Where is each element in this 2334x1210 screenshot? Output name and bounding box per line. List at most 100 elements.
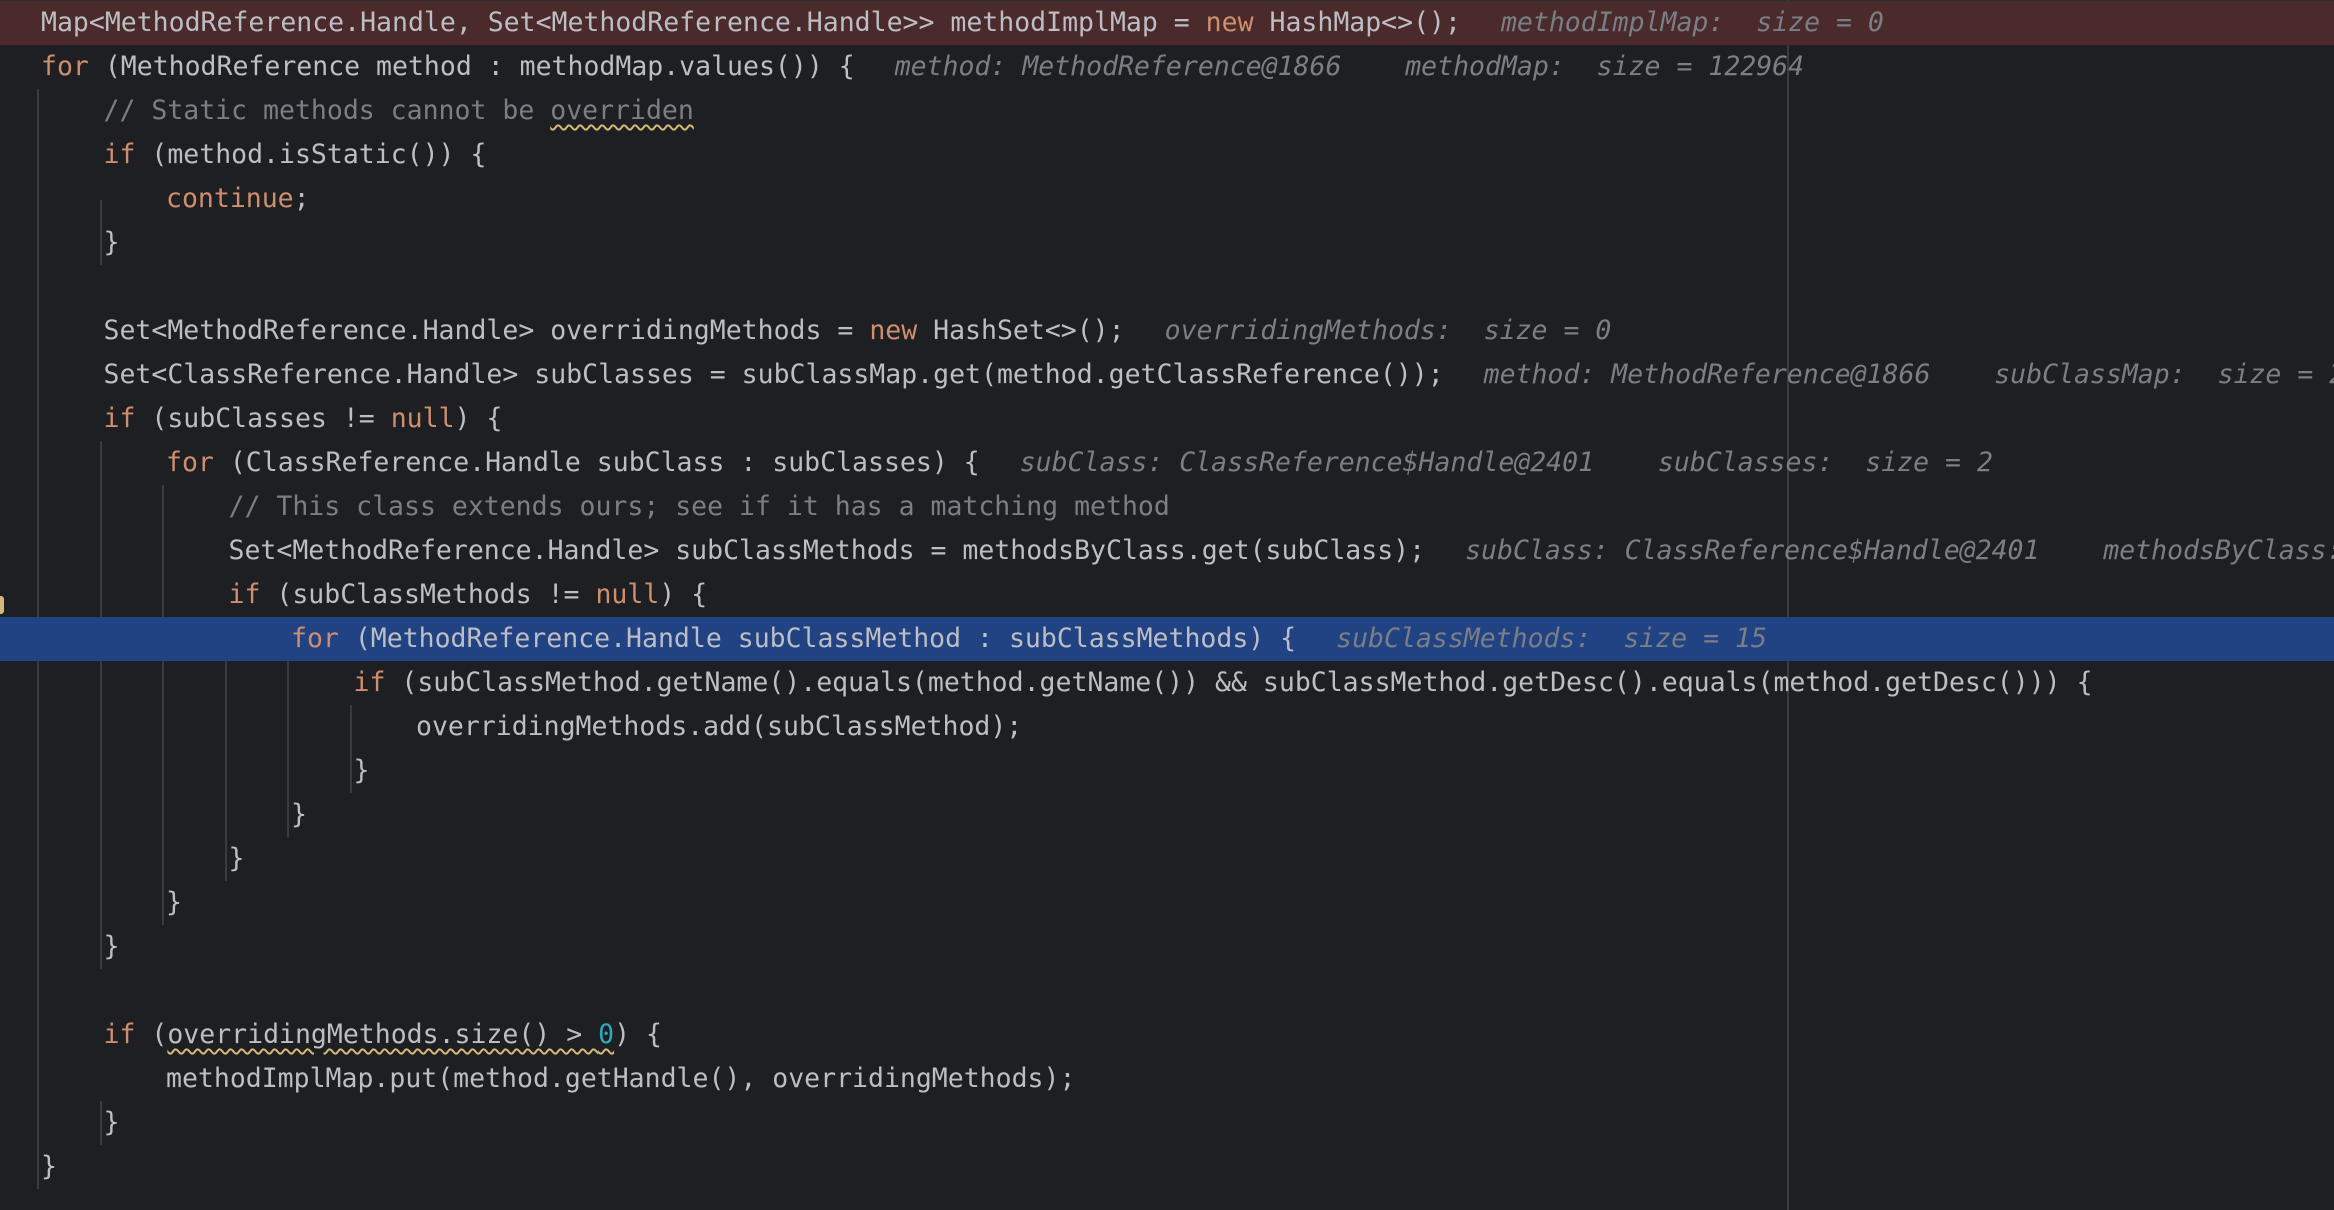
debug-inline-value: subClassMethods: size = 15 (1336, 623, 1767, 654)
code-line[interactable]: if (overridingMethods.size() > 0) { (0, 1013, 2334, 1057)
code-token: } (41, 1151, 57, 1182)
code-token: null (595, 579, 660, 610)
code-line[interactable]: } (0, 1101, 2334, 1145)
code-token: (subClassMethods != (260, 579, 596, 610)
code-line[interactable]: // This class extends ours; see if it ha… (0, 485, 2334, 529)
code-token: if (103, 1019, 136, 1050)
code-text: methodImplMap.put(method.getHandle(), ov… (166, 1057, 1075, 1101)
code-token: ; (293, 183, 310, 214)
code-token: Set<MethodReference.Handle> overridingMe… (103, 315, 870, 346)
code-token: ) { (659, 579, 708, 610)
code-line[interactable]: } (0, 749, 2334, 793)
code-token: for (166, 447, 214, 478)
code-text: for (MethodReference.Handle subClassMeth… (291, 617, 1767, 661)
code-line[interactable]: // Static methods cannot be overriden (0, 89, 2334, 133)
code-token: (MethodReference method : methodMap.valu… (88, 51, 855, 82)
code-token: ) { (454, 403, 503, 434)
code-line[interactable]: } (0, 925, 2334, 969)
code-token: // This class extends ours; see if it ha… (228, 491, 1170, 522)
code-editor[interactable]: Map<MethodReference.Handle, Set<MethodRe… (0, 0, 2334, 1210)
code-token: for (291, 623, 339, 654)
code-line[interactable]: } (0, 837, 2334, 881)
code-token: (MethodReference.Handle subClassMethod :… (338, 623, 1297, 654)
code-text: } (104, 1101, 120, 1145)
code-text: if (subClassMethods != null) { (229, 573, 708, 617)
code-token: } (103, 931, 120, 962)
debug-inline-value: method: MethodReference@1866 methodMap: … (894, 51, 1805, 82)
code-token: Set<ClassReference.Handle> subClasses = … (103, 359, 1444, 390)
code-line[interactable]: } (0, 881, 2334, 925)
code-token: (method.isStatic()) { (135, 139, 487, 170)
code-line[interactable]: } (0, 793, 2334, 837)
code-token: (subClasses != (135, 403, 391, 434)
code-line[interactable]: if (subClassMethod.getName().equals(meth… (0, 661, 2334, 705)
code-text: } (354, 749, 370, 793)
code-token: } (103, 1107, 120, 1138)
debug-inline-value: method: MethodReference@1866 subClassMap… (1483, 359, 2334, 390)
code-text: } (166, 881, 182, 925)
code-token: // Static methods cannot be (103, 95, 551, 126)
code-token: overriden (550, 95, 694, 126)
code-token: Map<MethodReference.Handle, Set<MethodRe… (41, 7, 1206, 38)
code-token: (ClassReference.Handle subClass : subCla… (213, 447, 980, 478)
code-token: overridingMethods.size() > (167, 1019, 599, 1050)
code-token: } (103, 227, 120, 258)
code-text: } (104, 925, 120, 969)
code-line[interactable]: } (0, 1145, 2334, 1189)
code-text: continue; (166, 177, 310, 221)
code-token: HashMap<>(); (1253, 7, 1461, 38)
code-line[interactable]: Set<ClassReference.Handle> subClasses = … (0, 353, 2334, 397)
code-token: new (869, 315, 918, 346)
code-text: Set<ClassReference.Handle> subClasses = … (104, 353, 2334, 397)
code-token: ) { (614, 1019, 662, 1050)
code-line-current[interactable]: for (MethodReference.Handle subClassMeth… (0, 617, 2334, 661)
code-text: Set<MethodReference.Handle> subClassMeth… (229, 529, 2334, 573)
code-token: if (103, 403, 136, 434)
code-text: for (ClassReference.Handle subClass : su… (166, 441, 1993, 485)
debug-inline-value: subClass: ClassReference$Handle@2401 met… (1465, 535, 2334, 566)
code-token: } (353, 755, 370, 786)
code-line[interactable]: Set<MethodReference.Handle> overridingMe… (0, 309, 2334, 353)
code-text: Set<MethodReference.Handle> overridingMe… (104, 309, 1612, 353)
debug-inline-value: methodImplMap: size = 0 (1500, 7, 1884, 38)
code-text: // Static methods cannot be overriden (104, 89, 694, 133)
code-text: for (MethodReference method : methodMap.… (41, 45, 1804, 89)
debug-inline-value: subClass: ClassReference$Handle@2401 sub… (1019, 447, 1993, 478)
code-line-error[interactable]: Map<MethodReference.Handle, Set<MethodRe… (0, 1, 2334, 45)
code-line[interactable]: Set<MethodReference.Handle> subClassMeth… (0, 529, 2334, 573)
code-line[interactable]: for (MethodReference method : methodMap.… (0, 45, 2334, 89)
code-line[interactable]: if (subClassMethods != null) { (0, 573, 2334, 617)
code-line[interactable]: methodImplMap.put(method.getHandle(), ov… (0, 1057, 2334, 1101)
code-token: } (291, 799, 307, 830)
code-token: if (353, 667, 386, 698)
code-text: } (229, 837, 245, 881)
code-line[interactable]: } (0, 221, 2334, 265)
code-text: // This class extends ours; see if it ha… (229, 485, 1170, 529)
code-token: if (103, 139, 136, 170)
code-line[interactable]: if (method.isStatic()) { (0, 133, 2334, 177)
code-line[interactable]: overridingMethods.add(subClassMethod); (0, 705, 2334, 749)
code-token: null (390, 403, 455, 434)
code-token: ( (135, 1019, 168, 1050)
code-text: Map<MethodReference.Handle, Set<MethodRe… (41, 1, 1884, 45)
code-text: overridingMethods.add(subClassMethod); (416, 705, 1022, 749)
code-text: if (method.isStatic()) { (104, 133, 487, 177)
code-token: for (41, 51, 89, 82)
code-token: new (1205, 7, 1254, 38)
code-token: if (228, 579, 261, 610)
code-token: (subClassMethod.getName().equals(method.… (385, 667, 2093, 698)
code-text: if (subClasses != null) { (104, 397, 503, 441)
code-text: if (overridingMethods.size() > 0) { (104, 1013, 662, 1057)
code-token: Set<MethodReference.Handle> subClassMeth… (228, 535, 1426, 566)
code-token: 0 (598, 1019, 615, 1050)
code-text: } (41, 1145, 57, 1189)
code-line[interactable]: continue; (0, 177, 2334, 221)
code-text: } (104, 221, 120, 265)
code-text: } (291, 793, 307, 837)
code-token: HashSet<>(); (917, 315, 1125, 346)
code-token: overridingMethods.add(subClassMethod); (416, 711, 1023, 742)
code-line[interactable]: for (ClassReference.Handle subClass : su… (0, 441, 2334, 485)
code-line[interactable]: if (subClasses != null) { (0, 397, 2334, 441)
code-token: } (228, 843, 245, 874)
code-text: if (subClassMethod.getName().equals(meth… (354, 661, 2093, 705)
